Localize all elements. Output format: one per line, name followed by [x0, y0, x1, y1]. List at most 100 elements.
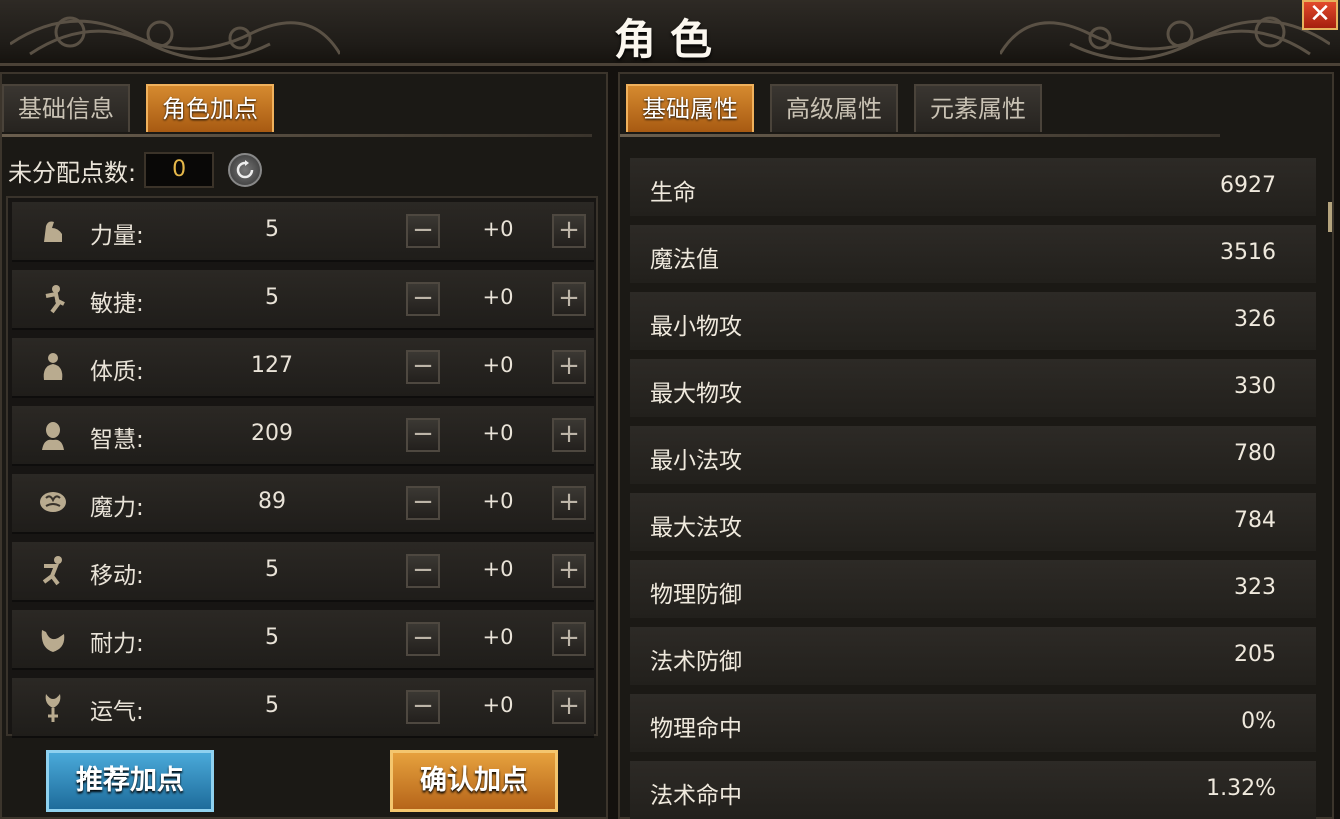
stat-value: 780 — [1234, 441, 1276, 466]
reset-points-icon[interactable] — [228, 153, 263, 187]
scrollbar-thumb[interactable] — [1328, 202, 1332, 232]
attribute-added: +0 — [482, 693, 514, 717]
stat-row: 物理防御 323 — [630, 560, 1316, 618]
stat-value: 330 — [1234, 374, 1276, 399]
tab-basic-info[interactable]: 基础信息 — [2, 84, 130, 132]
unallocated-points-label: 未分配点数: — [8, 158, 137, 187]
confirm-points-button[interactable]: 确认加点 — [390, 750, 558, 812]
attribute-row-movement: 移动: 5 − +0 + — [12, 542, 594, 602]
increase-strength-button[interactable]: + — [552, 214, 586, 248]
tab-divider — [2, 134, 592, 137]
attribute-value: 5 — [265, 217, 279, 242]
tab-divider — [620, 134, 1220, 137]
stat-value: 1.32% — [1206, 776, 1276, 801]
attribute-added: +0 — [482, 557, 514, 581]
stat-row: 物理命中 0% — [630, 694, 1316, 752]
stat-row: 法术命中 1.32% — [630, 761, 1316, 819]
stamina-icon — [41, 630, 65, 652]
stat-row: 最大物攻 330 — [630, 359, 1316, 417]
brain-icon — [40, 492, 66, 512]
decrease-wisdom-button[interactable]: − — [406, 418, 440, 452]
attribute-added: +0 — [482, 285, 514, 309]
runner-icon — [45, 285, 65, 314]
attribute-row-magic: 魔力: 89 − +0 + — [12, 474, 594, 534]
stat-row: 最小物攻 326 — [630, 292, 1316, 350]
stat-value: 784 — [1234, 508, 1276, 533]
attribute-value: 5 — [265, 285, 279, 310]
stat-name: 最小法攻 — [650, 448, 742, 474]
decrease-stamina-button[interactable]: − — [406, 622, 440, 656]
tab-advanced-attributes[interactable]: 高级属性 — [770, 84, 898, 132]
attribute-added: +0 — [482, 421, 514, 445]
stat-value: 0% — [1241, 709, 1276, 734]
close-button[interactable]: ✕ — [1302, 0, 1338, 30]
tab-attribute-points[interactable]: 角色加点 — [146, 84, 274, 132]
tab-element-attributes[interactable]: 元素属性 — [914, 84, 1042, 132]
attribute-name: 魔力: — [90, 495, 144, 521]
increase-stamina-button[interactable]: + — [552, 622, 586, 656]
attribute-name: 力量: — [90, 223, 144, 249]
stat-name: 最大法攻 — [650, 515, 742, 541]
stat-name: 魔法值 — [650, 247, 719, 273]
stat-name: 物理防御 — [650, 582, 742, 608]
increase-constitution-button[interactable]: + — [552, 350, 586, 384]
stat-row: 最大法攻 784 — [630, 493, 1316, 551]
left-tab-bar: 基础信息 角色加点 — [2, 84, 274, 132]
recommend-points-button[interactable]: 推荐加点 — [46, 750, 214, 812]
body-icon — [43, 353, 63, 380]
attribute-value: 89 — [258, 489, 286, 514]
stat-value: 205 — [1234, 642, 1276, 667]
attribute-row-stamina: 耐力: 5 − +0 + — [12, 610, 594, 670]
head-icon — [42, 422, 64, 450]
attribute-row-agility: 敏捷: 5 − +0 + — [12, 270, 594, 330]
right-tab-bar: 基础属性 高级属性 元素属性 — [626, 84, 1042, 132]
attribute-name: 智慧: — [90, 427, 144, 453]
decrease-luck-button[interactable]: − — [406, 690, 440, 724]
attribute-added: +0 — [482, 217, 514, 241]
decrease-constitution-button[interactable]: − — [406, 350, 440, 384]
decrease-movement-button[interactable]: − — [406, 554, 440, 588]
arm-icon — [44, 221, 62, 242]
stat-name: 最大物攻 — [650, 381, 742, 407]
move-icon — [42, 556, 62, 586]
attribute-name: 移动: — [90, 563, 144, 589]
increase-wisdom-button[interactable]: + — [552, 418, 586, 452]
title-bar: 角色 ✕ — [0, 0, 1340, 66]
attribute-added: +0 — [482, 625, 514, 649]
left-panel: 基础信息 角色加点 未分配点数: 0 力量: 5 − +0 + 敏捷: 5 − … — [0, 72, 608, 819]
stat-row: 法术防御 205 — [630, 627, 1316, 685]
tab-basic-attributes[interactable]: 基础属性 — [626, 84, 754, 132]
stat-value: 323 — [1234, 575, 1276, 600]
attribute-value: 127 — [251, 353, 293, 378]
attribute-list: 力量: 5 − +0 + 敏捷: 5 − +0 + 体质: 127 − +0 +… — [6, 196, 598, 738]
attribute-value: 5 — [265, 557, 279, 582]
stat-value: 3516 — [1220, 240, 1276, 265]
attribute-added: +0 — [482, 489, 514, 513]
attribute-row-constitution: 体质: 127 − +0 + — [12, 338, 594, 398]
stat-row: 生命 6927 — [630, 158, 1316, 216]
luck-icon — [45, 694, 61, 722]
stat-name: 生命 — [650, 180, 696, 206]
increase-luck-button[interactable]: + — [552, 690, 586, 724]
stat-row: 最小法攻 780 — [630, 426, 1316, 484]
attribute-name: 敏捷: — [90, 291, 144, 317]
decrease-strength-button[interactable]: − — [406, 214, 440, 248]
stat-row: 魔法值 3516 — [630, 225, 1316, 283]
window-title: 角色 — [613, 15, 726, 64]
stat-value: 6927 — [1220, 173, 1276, 198]
unallocated-points-value: 0 — [144, 152, 215, 188]
attribute-row-strength: 力量: 5 − +0 + — [12, 202, 594, 262]
increase-agility-button[interactable]: + — [552, 282, 586, 316]
attribute-row-luck: 运气: 5 − +0 + — [12, 678, 594, 738]
attribute-name: 运气: — [90, 699, 144, 725]
stat-value: 326 — [1234, 307, 1276, 332]
attribute-value: 209 — [251, 421, 293, 446]
right-panel: 基础属性 高级属性 元素属性 生命 6927 魔法值 3516 最小物攻 326… — [618, 72, 1334, 819]
decrease-agility-button[interactable]: − — [406, 282, 440, 316]
decrease-magic-button[interactable]: − — [406, 486, 440, 520]
attribute-name: 耐力: — [90, 631, 144, 657]
attribute-added: +0 — [482, 353, 514, 377]
increase-movement-button[interactable]: + — [552, 554, 586, 588]
attribute-row-wisdom: 智慧: 209 − +0 + — [12, 406, 594, 466]
increase-magic-button[interactable]: + — [552, 486, 586, 520]
